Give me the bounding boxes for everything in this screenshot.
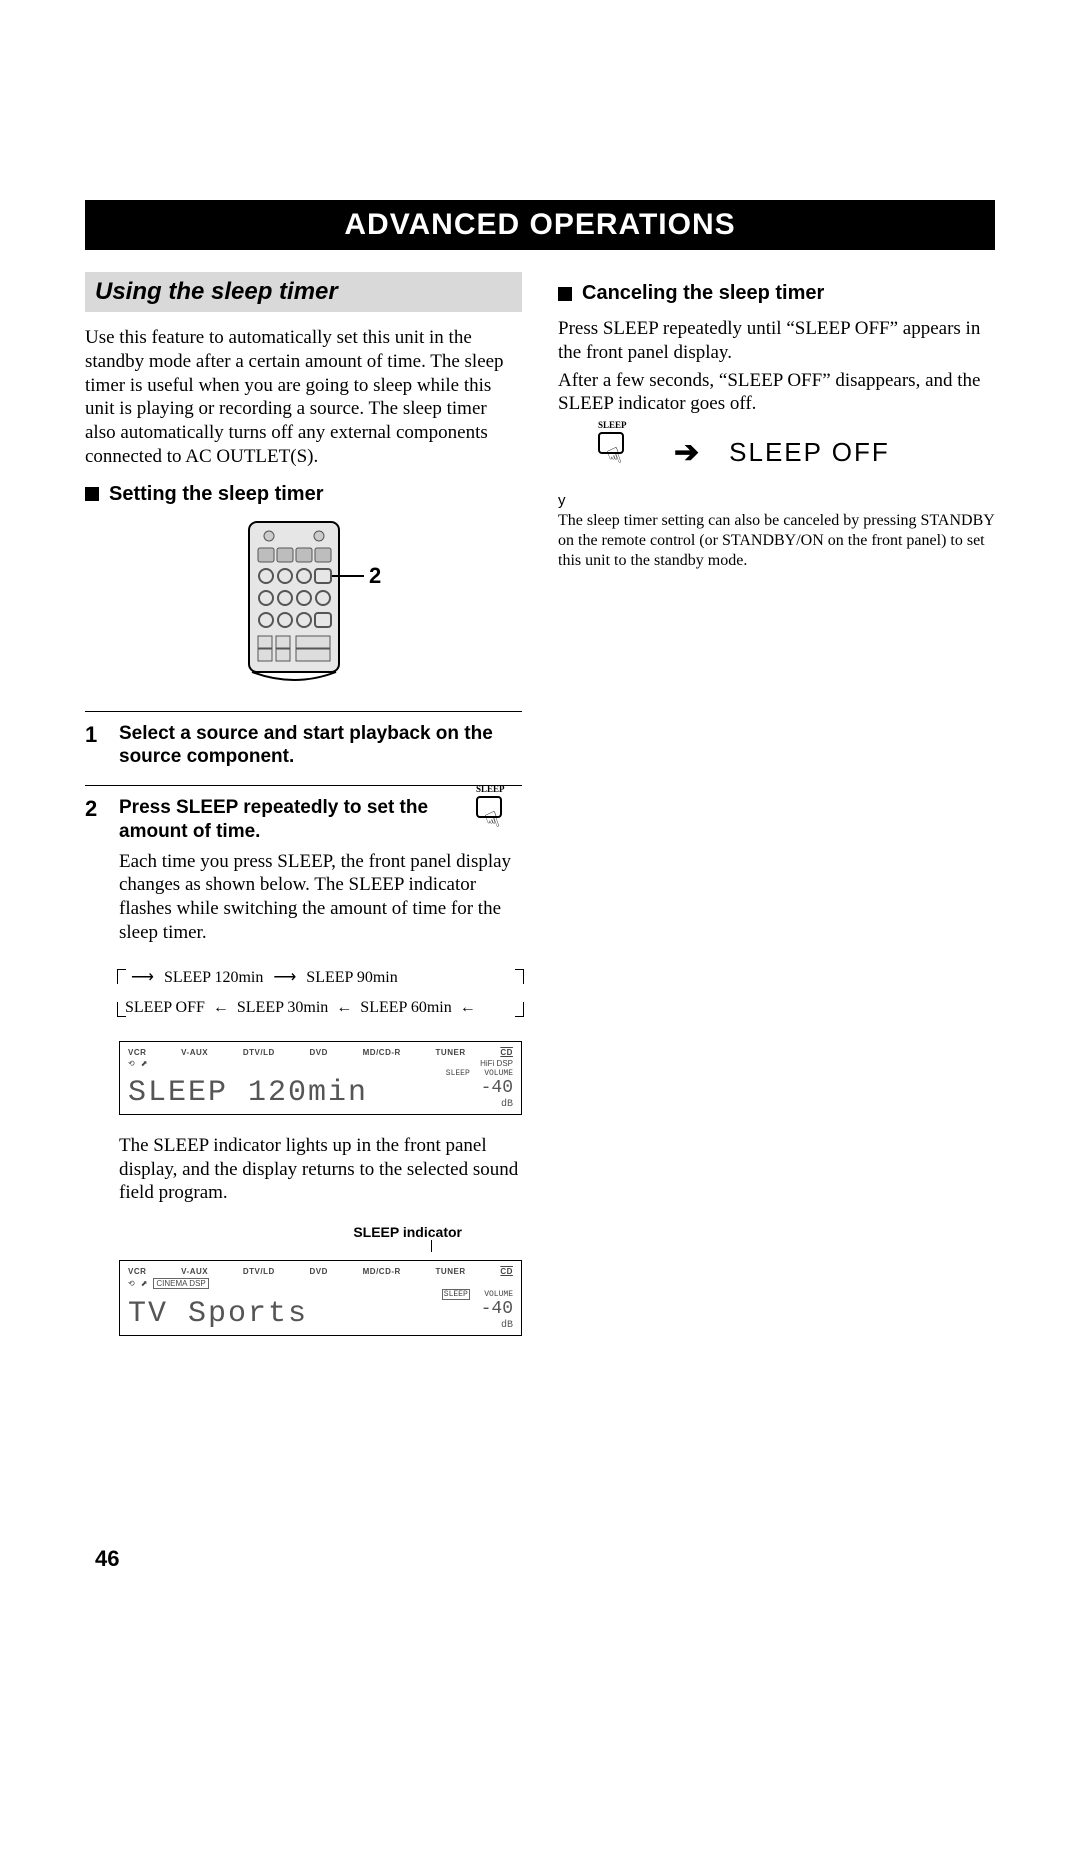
setting-subhead: Setting the sleep timer bbox=[85, 483, 522, 506]
panel-volume: -40 bbox=[446, 1079, 513, 1099]
cancel-body-1: Press SLEEP repeatedly until “SLEEP OFF”… bbox=[558, 317, 995, 365]
note-body: The sleep timer setting can also be canc… bbox=[558, 511, 995, 571]
cancel-subhead: Canceling the sleep timer bbox=[558, 282, 995, 305]
page-number: 46 bbox=[95, 1546, 119, 1572]
remote-illustration: 2 bbox=[85, 518, 522, 693]
right-column: Canceling the sleep timer Press SLEEP re… bbox=[558, 272, 995, 1360]
sleep-off-text: SLEEP OFF bbox=[729, 437, 890, 468]
note-marker: y bbox=[558, 492, 995, 509]
step-1-number: 1 bbox=[85, 722, 107, 776]
square-bullet-icon bbox=[558, 287, 572, 301]
remote-callout-number: 2 bbox=[369, 563, 381, 588]
two-column-layout: Using the sleep timer Use this feature t… bbox=[85, 272, 995, 1360]
arrow-right-icon: ➔ bbox=[674, 435, 699, 470]
manual-page: ADVANCED OPERATIONS Using the sleep time… bbox=[0, 0, 1080, 1420]
cancel-subhead-text: Canceling the sleep timer bbox=[582, 282, 824, 305]
sleep-cycle-diagram: SLEEP 120min SLEEP 90min SLEEP OFF SLEEP… bbox=[119, 963, 522, 1024]
step-1-title: Select a source and start playback on th… bbox=[119, 722, 522, 770]
panel-volume-2: -40 bbox=[442, 1300, 513, 1320]
step-1: 1 Select a source and start playback on … bbox=[85, 711, 522, 786]
sleep-off-diagram: SLEEP ☟ ➔ SLEEP OFF bbox=[598, 432, 995, 472]
chapter-banner: ADVANCED OPERATIONS bbox=[85, 200, 995, 250]
step-2: 2 SLEEP ☟ Press SLEEP repeatedly to set … bbox=[85, 785, 522, 1360]
panel1-main-text: SLEEP 120min bbox=[128, 1076, 438, 1110]
step-2-number: 2 bbox=[85, 796, 107, 1350]
sleep-button-icon: SLEEP ☟ bbox=[598, 432, 644, 472]
square-bullet-icon bbox=[85, 487, 99, 501]
sleep-button-icon-small: SLEEP ☟ bbox=[476, 796, 522, 836]
step-2-body: Each time you press SLEEP, the front pan… bbox=[119, 850, 522, 945]
cancel-body-2: After a few seconds, “SLEEP OFF” disappe… bbox=[558, 369, 995, 417]
display-panel-program: VCR V-AUX DTV/LD DVD MD/CD-R TUNER CD ⟲⬈… bbox=[119, 1260, 522, 1336]
step-2-title: Press SLEEP repeatedly to set the amount… bbox=[119, 796, 522, 844]
panel2-main-text: TV Sports bbox=[128, 1297, 434, 1331]
sleep-indicator-label: SLEEP indicator bbox=[119, 1224, 522, 1240]
setting-subhead-text: Setting the sleep timer bbox=[109, 483, 324, 506]
section-title: Using the sleep timer bbox=[85, 272, 522, 312]
display-panel-sleep: VCR V-AUX DTV/LD DVD MD/CD-R TUNER CD ⟲⬈… bbox=[119, 1041, 522, 1115]
intro-text: Use this feature to automatically set th… bbox=[85, 326, 522, 469]
left-column: Using the sleep timer Use this feature t… bbox=[85, 272, 522, 1360]
after-panel1-text: The SLEEP indicator lights up in the fro… bbox=[119, 1134, 522, 1205]
